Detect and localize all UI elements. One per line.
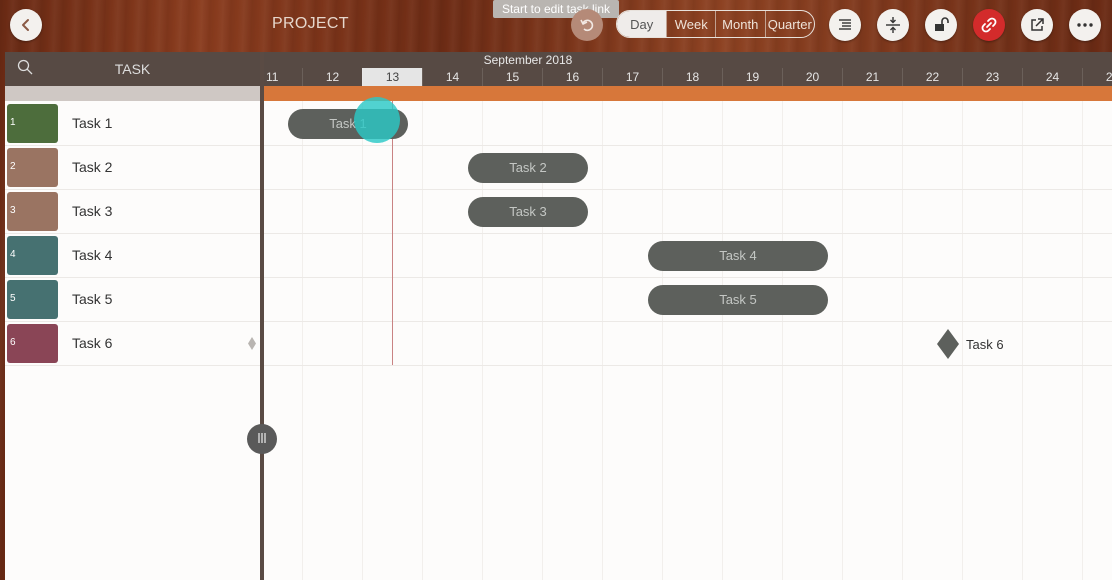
task-bar[interactable]: Task 4 — [648, 241, 828, 271]
undo-icon — [579, 17, 595, 33]
day-gridline — [422, 101, 423, 580]
task-name: Task 1 — [72, 115, 113, 131]
view-mode-selector[interactable]: Day Week Month Quarter — [616, 10, 815, 38]
project-title: PROJECT — [272, 15, 349, 32]
task-row[interactable]: 4 Task 4 — [5, 234, 260, 278]
milestone-diamond[interactable] — [937, 329, 959, 359]
day-label: 20 — [782, 68, 842, 86]
more-icon — [1077, 23, 1093, 27]
link-button[interactable] — [973, 9, 1005, 41]
row-gridline — [264, 365, 1112, 366]
day-gridline — [842, 101, 843, 580]
today-line — [392, 101, 393, 365]
day-gridline — [1082, 101, 1083, 580]
more-button[interactable] — [1069, 9, 1101, 41]
task-name: Task 6 — [72, 335, 113, 351]
task-row[interactable]: 6 Task 6 — [5, 322, 260, 366]
share-button[interactable] — [1021, 9, 1053, 41]
task-color-swatch: 3 — [7, 192, 58, 231]
task-name: Task 3 — [72, 203, 113, 219]
day-gridline — [782, 101, 783, 580]
task-color-swatch: 1 — [7, 104, 58, 143]
day-label: 14 — [422, 68, 482, 86]
day-gridline — [662, 101, 663, 580]
row-height-icon — [885, 16, 901, 34]
day-gridline — [302, 101, 303, 580]
task-column-header: TASK — [114, 61, 151, 77]
milestone-label: Task 6 — [966, 337, 1004, 352]
task-color-swatch: 5 — [7, 280, 58, 319]
panel-resize-handle[interactable] — [247, 424, 277, 454]
task-bar[interactable]: Task 3 — [468, 197, 588, 227]
day-gridline — [722, 101, 723, 580]
view-quarter[interactable]: Quarter — [764, 11, 815, 37]
undo-button[interactable] — [571, 9, 603, 41]
view-day[interactable]: Day — [617, 11, 667, 37]
day-label: 19 — [722, 68, 782, 86]
task-row[interactable]: 2 Task 2 — [5, 146, 260, 190]
task-bar[interactable]: Task 2 — [468, 153, 588, 183]
day-label: 18 — [662, 68, 722, 86]
task-color-swatch: 6 — [7, 324, 58, 363]
task-number: 1 — [10, 117, 16, 128]
back-icon — [19, 18, 33, 32]
day-gridline — [962, 101, 963, 580]
day-label: 23 — [962, 68, 1022, 86]
day-label: 22 — [902, 68, 962, 86]
row-height-button[interactable] — [877, 9, 909, 41]
lock-icon — [933, 17, 949, 33]
indent-button[interactable] — [829, 9, 861, 41]
task-name: Task 2 — [72, 159, 113, 175]
task-name: Task 5 — [72, 291, 113, 307]
task-number: 4 — [10, 249, 16, 260]
task-row[interactable]: 5 Task 5 — [5, 278, 260, 322]
share-icon — [1029, 17, 1045, 33]
link-icon — [981, 17, 997, 33]
timeline-accent-strip — [264, 86, 1112, 101]
task-name: Task 4 — [72, 247, 113, 263]
day-gridline — [602, 101, 603, 580]
day-label: 12 — [302, 68, 362, 86]
task-bar[interactable]: Task 5 — [648, 285, 828, 315]
task-number: 5 — [10, 293, 16, 304]
task-color-swatch: 4 — [7, 236, 58, 275]
task-number: 2 — [10, 161, 16, 172]
day-gridline — [1022, 101, 1023, 580]
day-label: 15 — [482, 68, 542, 86]
task-color-swatch: 2 — [7, 148, 58, 187]
day-label: 25 — [1082, 68, 1112, 86]
day-label: 11 — [266, 70, 279, 84]
task-number: 6 — [10, 337, 16, 348]
day-gridline — [902, 101, 903, 580]
month-label: September 2018 — [483, 53, 573, 67]
back-button[interactable] — [10, 9, 42, 41]
day-label: 21 — [842, 68, 902, 86]
task-number: 3 — [10, 205, 16, 216]
touch-highlight — [354, 97, 400, 143]
view-month[interactable]: Month — [715, 11, 765, 37]
task-row[interactable]: 3 Task 3 — [5, 190, 260, 234]
day-label: 17 — [602, 68, 662, 86]
view-week[interactable]: Week — [666, 11, 715, 37]
day-label: 16 — [542, 68, 602, 86]
task-row[interactable]: 1 Task 1 — [5, 102, 260, 146]
indent-icon — [837, 18, 853, 32]
milestone-marker-icon — [248, 337, 256, 350]
day-label: 24 — [1022, 68, 1082, 86]
grip-icon — [258, 430, 266, 448]
day-gridline — [362, 101, 363, 580]
task-list-subheader — [5, 86, 260, 101]
day-label: 13 — [362, 68, 422, 86]
lock-button[interactable] — [925, 9, 957, 41]
